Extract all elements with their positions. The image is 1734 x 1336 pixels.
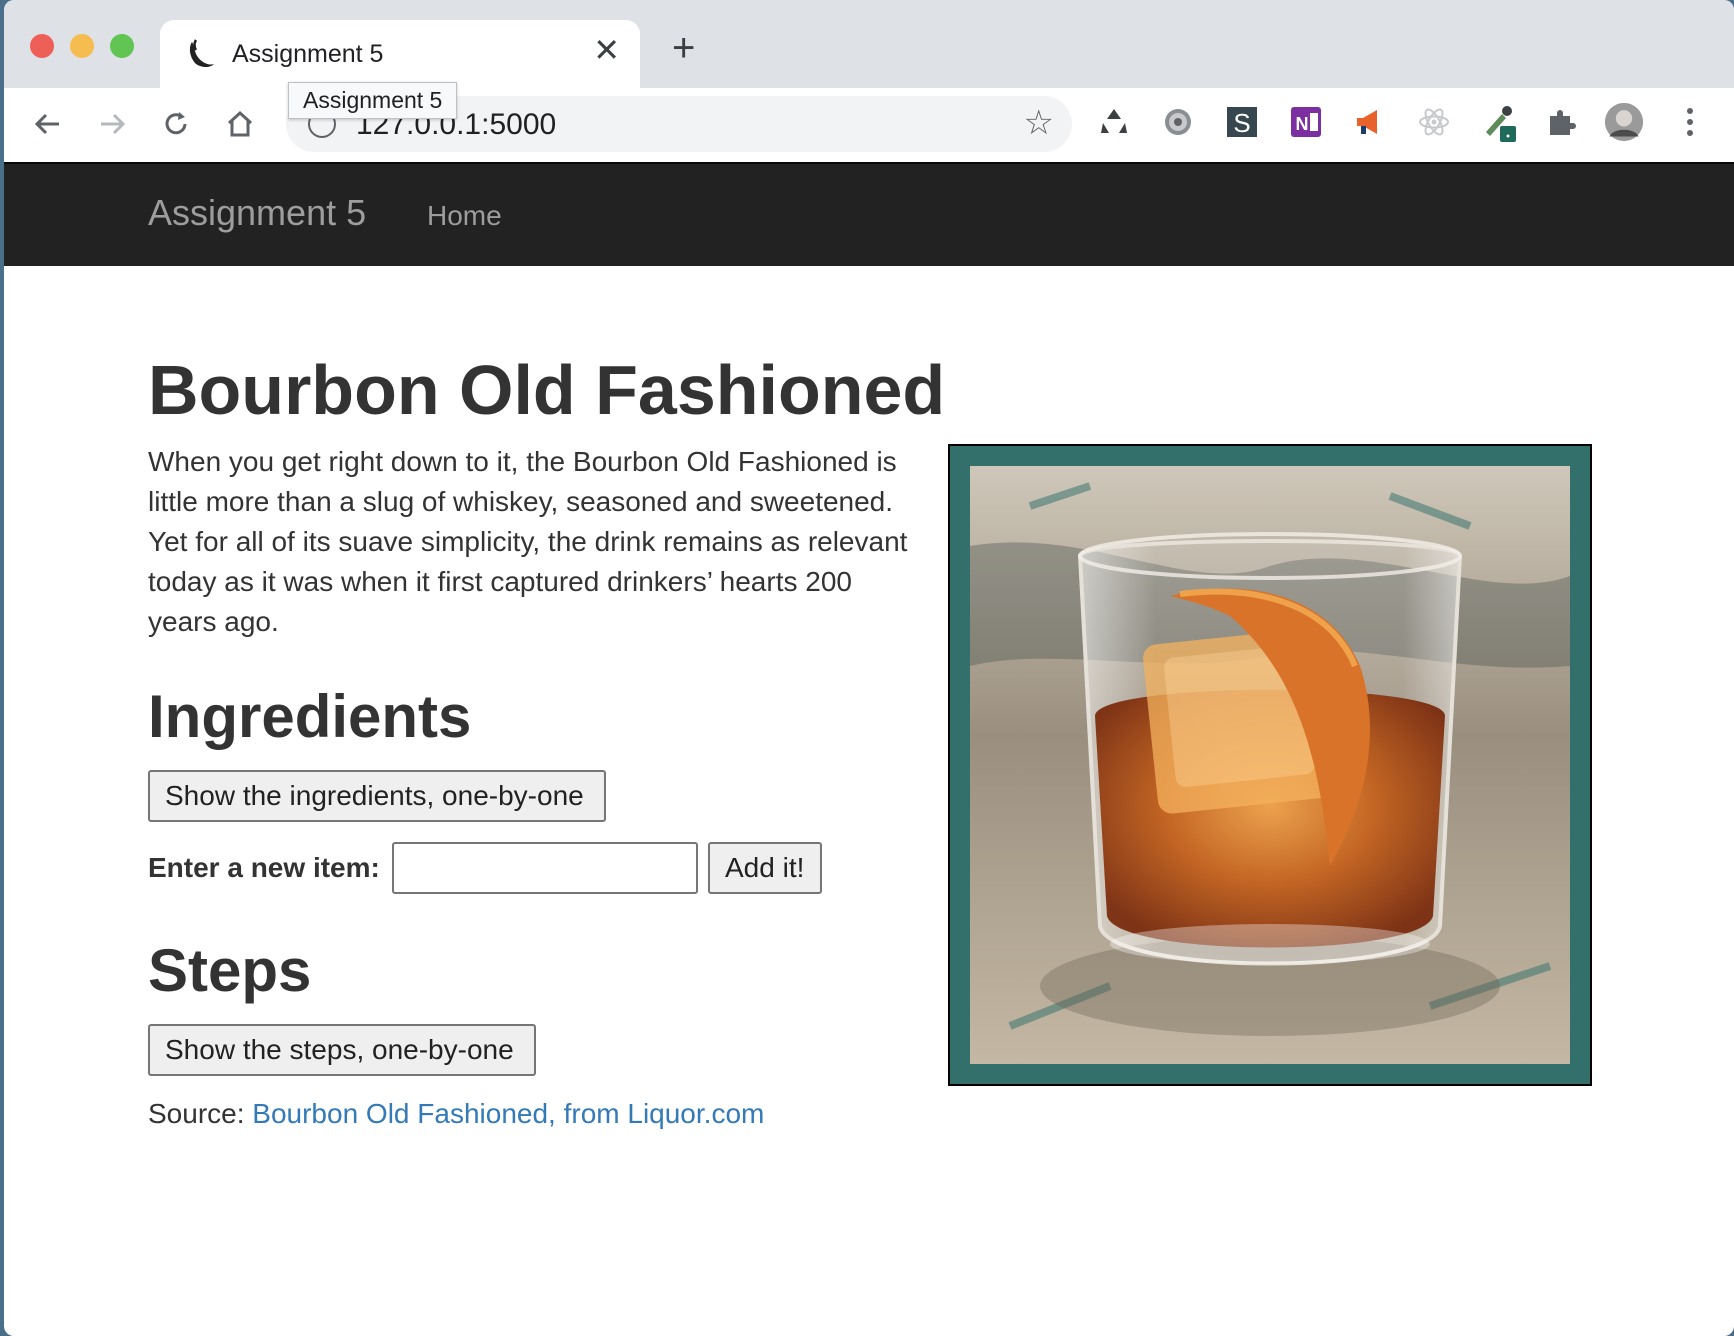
back-icon[interactable] [26,102,70,146]
browser-window: Assignment 5 ✕ + 127.0.0.1:5000 ☆ S N As… [4,0,1734,1336]
s-extension-icon[interactable]: S [1222,102,1262,142]
extensions-puzzle-icon[interactable] [1542,102,1582,142]
svg-text:S: S [1233,108,1250,138]
ingredients-heading: Ingredients [148,683,472,750]
page-title: Bourbon Old Fashioned [148,351,946,429]
new-item-input[interactable] [392,842,698,894]
menu-kebab-icon[interactable] [1670,102,1710,142]
navbar-brand[interactable]: Assignment 5 [148,192,366,234]
flask-icon [182,36,218,72]
browser-tab[interactable]: Assignment 5 ✕ [160,20,640,88]
home-icon[interactable] [218,102,262,146]
new-item-label: Enter a new item: [148,852,380,883]
close-window-button[interactable] [30,34,54,58]
tab-tooltip: Assignment 5 [288,82,458,119]
color-picker-extension-icon[interactable] [1478,102,1518,142]
gear-extension-icon[interactable] [1158,102,1198,142]
show-ingredients-button[interactable]: Show the ingredients, one-by-one [148,770,606,822]
site-navbar: Assignment 5 Home [4,162,1734,266]
recycle-extension-icon[interactable] [1094,102,1134,142]
browser-toolbar: 127.0.0.1:5000 ☆ S N [4,88,1734,160]
nav-link-home[interactable]: Home [427,200,502,232]
show-steps-button[interactable]: Show the steps, one-by-one [148,1024,536,1076]
reload-icon[interactable] [154,102,198,146]
close-tab-icon[interactable]: ✕ [593,34,620,66]
steps-heading: Steps [148,937,312,1004]
recipe-description: When you get right down to it, the Bourb… [148,446,908,637]
profile-avatar-icon[interactable] [1604,102,1644,142]
cocktail-photo [970,466,1570,1064]
add-item-button[interactable]: Add it! [708,842,822,894]
recipe-image-frame [948,444,1592,1086]
tab-bar: Assignment 5 ✕ + [4,0,1734,88]
minimize-window-button[interactable] [70,34,94,58]
source-label: Source: [148,1098,253,1129]
react-devtools-icon[interactable] [1414,102,1454,142]
svg-text:N: N [1296,114,1309,134]
forward-icon[interactable] [90,102,134,146]
source-line: Source: Bourbon Old Fashioned, from Liqu… [148,1098,764,1130]
new-tab-icon[interactable]: + [672,28,695,68]
tab-title: Assignment 5 [232,40,384,68]
maximize-window-button[interactable] [110,34,134,58]
megaphone-extension-icon[interactable] [1350,102,1390,142]
bookmark-star-icon[interactable]: ☆ [1024,106,1054,140]
onenote-extension-icon[interactable]: N [1286,102,1326,142]
source-link[interactable]: Bourbon Old Fashioned, from Liquor.com [252,1098,764,1129]
